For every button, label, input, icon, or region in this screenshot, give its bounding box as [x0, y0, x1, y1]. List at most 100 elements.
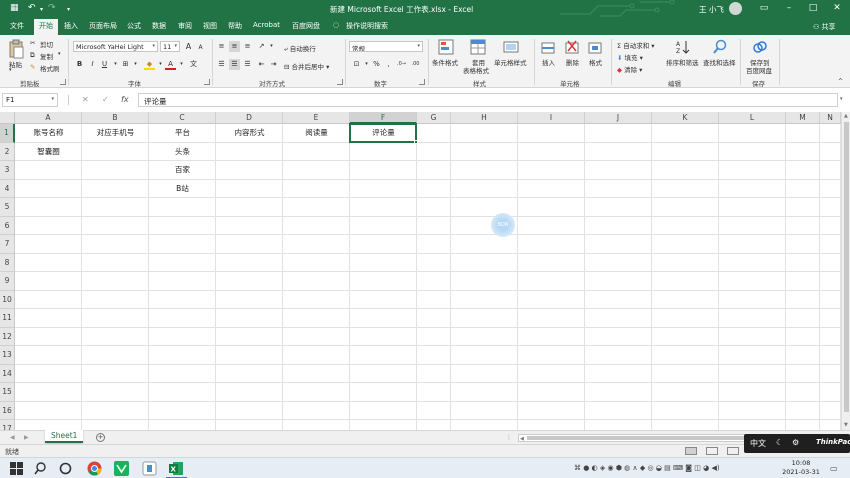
tab-split-handle-icon[interactable]: ⋮	[506, 434, 512, 441]
redo-icon[interactable]: ↷	[48, 3, 56, 13]
font-name-select[interactable]: Microsoft YaHei Light ▾	[73, 41, 158, 52]
alignment-launcher-icon[interactable]	[337, 79, 343, 85]
tab-review[interactable]: 审阅	[178, 21, 192, 31]
notification-icon[interactable]: ▭	[830, 464, 838, 473]
align-middle-icon[interactable]: ≡	[229, 41, 240, 52]
maximize-button[interactable]: □	[806, 2, 820, 15]
row-header-9[interactable]: 9	[0, 272, 15, 291]
align-left-icon[interactable]: ☰	[216, 59, 227, 70]
format-cells-icon[interactable]	[588, 39, 602, 55]
tab-data[interactable]: 数据	[152, 21, 166, 31]
worksheet-grid[interactable]: ▲ ▼ A B C D E F G H I J K L M N 1 2 3 4 5 6 7 8 9 10 11 12 13 14 15 1…	[0, 112, 850, 439]
save-to-label2[interactable]: 百度网盘	[746, 65, 772, 75]
vertical-scrollbar[interactable]: ▲ ▼	[841, 112, 850, 430]
column-header-b[interactable]: B	[82, 112, 149, 124]
scroll-down-icon[interactable]: ▼	[844, 422, 848, 428]
user-name[interactable]: 王 小飞	[699, 4, 724, 15]
align-bottom-icon[interactable]: ≡	[242, 41, 253, 52]
name-box[interactable]: F1 ▾	[2, 93, 58, 107]
tab-view[interactable]: 视图	[203, 21, 217, 31]
horizontal-scroll-thumb[interactable]	[527, 436, 747, 440]
moon-icon[interactable]: ☾	[776, 438, 783, 447]
row-header-3[interactable]: 3	[0, 161, 15, 180]
tab-insert[interactable]: 插入	[64, 21, 78, 31]
clear-button[interactable]: ◆ 清除 ▾	[617, 64, 642, 74]
format-as-table-label2[interactable]: 表格格式	[463, 65, 489, 75]
percent-style-button[interactable]: %	[371, 59, 382, 70]
cell-c4[interactable]: B站	[149, 180, 216, 198]
cell-a2[interactable]: 智囊圈	[15, 143, 82, 161]
increase-indent-icon[interactable]: ⇥	[268, 59, 279, 70]
orientation-dropdown-icon[interactable]: ▾	[266, 41, 277, 52]
excel-taskbar-icon[interactable]: X	[169, 461, 184, 476]
undo-icon[interactable]: ↶	[28, 3, 36, 13]
app-icon[interactable]	[142, 461, 157, 476]
number-format-select[interactable]: 常规 ▾	[349, 41, 423, 52]
cell-b1[interactable]: 对应手机号	[82, 124, 149, 142]
row-header-4[interactable]: 4	[0, 179, 15, 198]
enter-icon[interactable]: ✓	[102, 95, 109, 104]
column-header-m[interactable]: M	[786, 112, 820, 124]
cell-styles-icon[interactable]	[503, 39, 519, 55]
next-sheet-icon[interactable]: ▶	[24, 434, 29, 441]
number-launcher-icon[interactable]	[419, 79, 425, 85]
decrease-indent-icon[interactable]: ⇤	[256, 59, 267, 70]
chrome-icon[interactable]	[87, 461, 102, 476]
avatar[interactable]	[729, 2, 742, 15]
tab-help[interactable]: 帮助	[228, 21, 242, 31]
column-header-h[interactable]: H	[451, 112, 518, 124]
tab-baidu-netdisk[interactable]: 百度网盘	[292, 21, 320, 31]
align-right-icon[interactable]: ☰	[242, 59, 253, 70]
sort-filter-icon[interactable]: AZ	[676, 39, 690, 55]
share-button[interactable]: ⚇ 共享	[813, 22, 836, 32]
clock[interactable]: 10:08 2021-03-31	[778, 459, 824, 477]
floating-bubble[interactable]: BON	[491, 213, 515, 237]
column-header-k[interactable]: K	[652, 112, 719, 124]
format-cells-label[interactable]: 格式	[589, 57, 602, 67]
search-icon[interactable]	[33, 461, 48, 476]
row-header-16[interactable]: 16	[0, 401, 15, 420]
font-launcher-icon[interactable]	[204, 79, 210, 85]
fill-color-icon[interactable]: ◆	[144, 59, 155, 70]
copy-label[interactable]: 复制	[40, 51, 53, 61]
underline-button[interactable]: U	[99, 59, 110, 70]
conditional-formatting-label[interactable]: 条件格式	[432, 57, 458, 67]
delete-cells-icon[interactable]	[565, 39, 579, 55]
column-header-g[interactable]: G	[417, 112, 451, 124]
find-select-icon[interactable]	[712, 39, 728, 55]
undo-dropdown-icon[interactable]: ▾	[40, 6, 43, 13]
row-header-1[interactable]: 1	[0, 124, 15, 143]
cell-a1[interactable]: 账号名称	[15, 124, 82, 142]
column-header-l[interactable]: L	[719, 112, 786, 124]
page-break-view-icon[interactable]	[727, 447, 739, 455]
align-center-icon[interactable]: ☰	[229, 59, 240, 70]
formula-input[interactable]: 评论量	[138, 93, 838, 107]
tell-me-search[interactable]: 操作说明搜索	[346, 21, 388, 31]
grow-font-icon[interactable]: A	[183, 41, 194, 52]
select-all-button[interactable]	[0, 112, 15, 124]
column-header-e[interactable]: E	[283, 112, 350, 124]
increase-decimal-icon[interactable]: .0→	[396, 59, 407, 70]
row-header-10[interactable]: 10	[0, 290, 15, 309]
insert-function-icon[interactable]: fx	[121, 95, 129, 104]
normal-view-icon[interactable]	[685, 447, 697, 455]
row-header-5[interactable]: 5	[0, 198, 15, 217]
merge-center-button[interactable]: ⊟ 合并后居中 ▾	[284, 61, 329, 71]
customize-quick-access-icon[interactable]: ▾	[67, 6, 70, 13]
tab-formulas[interactable]: 公式	[127, 21, 141, 31]
bold-button[interactable]: B	[74, 59, 85, 70]
paste-icon[interactable]	[8, 39, 24, 59]
align-top-icon[interactable]: ≡	[216, 41, 227, 52]
conditional-formatting-icon[interactable]	[438, 39, 454, 55]
gear-icon[interactable]: ⚙	[792, 438, 799, 447]
row-header-13[interactable]: 13	[0, 346, 15, 365]
shrink-font-icon[interactable]: A	[195, 42, 206, 53]
column-header-i[interactable]: I	[518, 112, 585, 124]
font-size-select[interactable]: 11 ▾	[160, 41, 180, 52]
copy-icon[interactable]: ⧉	[30, 51, 35, 60]
row-header-11[interactable]: 11	[0, 309, 15, 328]
row-header-15[interactable]: 15	[0, 383, 15, 402]
row-header-14[interactable]: 14	[0, 364, 15, 383]
fill-handle[interactable]	[414, 139, 418, 144]
fill-button[interactable]: ⬇ 填充 ▾	[617, 52, 643, 62]
